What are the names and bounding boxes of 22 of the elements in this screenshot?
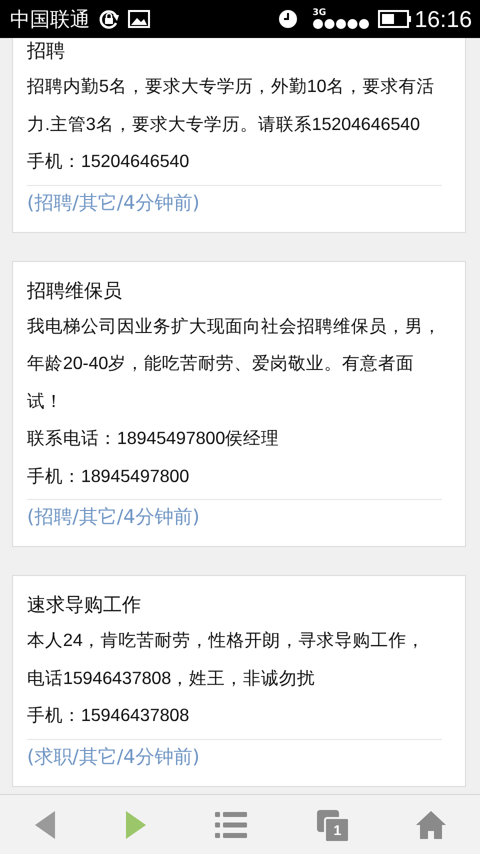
- post-text: 我电梯公司因业务扩大现面向社会招聘维保员，男，年龄20-40岁，能吃苦耐劳、爱岗敬业。有意者面试！: [27, 314, 442, 412]
- post-category-link[interactable]: (招聘/其它/4分钟前): [27, 499, 442, 538]
- post-text: 本人24，肯吃苦耐劳，性格开朗，寻求导购工作，电话15946437808，姓王，非诚勿扰: [27, 629, 426, 690]
- carrier-name: 中国联通: [10, 6, 90, 32]
- phone-number: 手机：15204646540: [27, 150, 190, 173]
- post-category-link[interactable]: (求职/其它/4分钟前): [27, 738, 442, 778]
- post-title[interactable]: 招聘维保员: [27, 274, 442, 308]
- post-text: 招聘内勤5名，要求大专学历，外勤10名，要求有活力.主管3名，要求大专学历。请联系15204646540: [27, 75, 436, 136]
- post-title[interactable]: 招聘: [27, 38, 442, 68]
- tabs-button[interactable]: 1: [311, 806, 352, 844]
- post-title[interactable]: 速求导购工作: [27, 588, 442, 622]
- clock-time: 16:16: [414, 6, 472, 32]
- battery-icon: [378, 10, 412, 28]
- network-type: 3G: [312, 8, 326, 18]
- phone-number: 手机：18945497800: [27, 464, 190, 488]
- post-text: 联系电话：18945497800侯经理: [27, 427, 280, 450]
- image-icon: [128, 10, 150, 28]
- sync-lock-icon: [98, 8, 120, 30]
- post-category-link[interactable]: (招聘/其它/4分钟前): [27, 184, 442, 224]
- signal-icon: [312, 18, 370, 30]
- phone-number: 手机：15946437808: [27, 704, 190, 727]
- clock-icon: [278, 9, 298, 29]
